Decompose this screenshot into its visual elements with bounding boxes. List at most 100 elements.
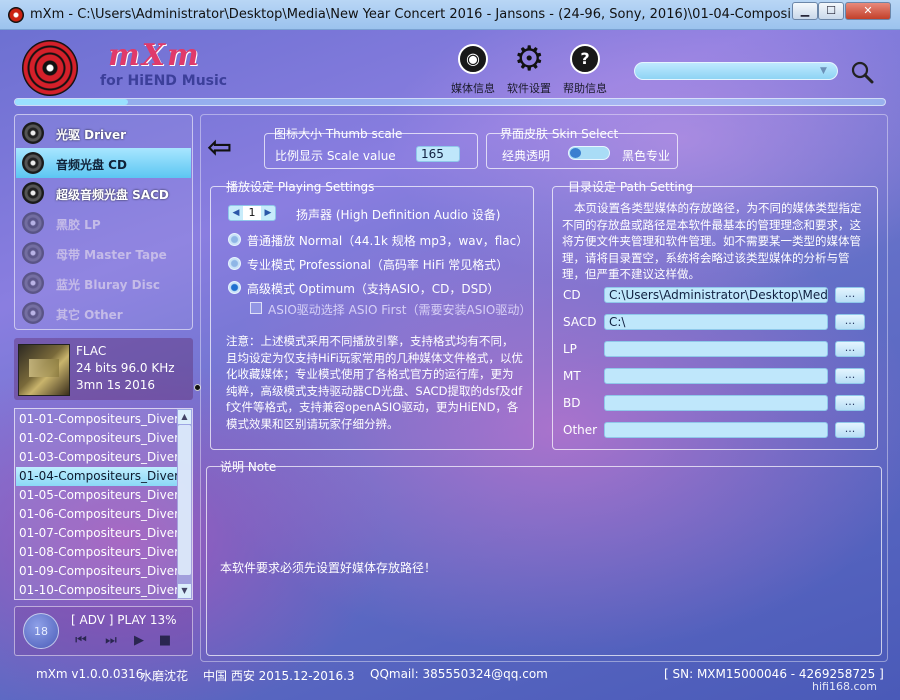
track-list-item[interactable]: 01-02-Compositeurs_Divers-S xyxy=(16,429,177,448)
search-dropdown-icon[interactable]: ▼ xyxy=(820,64,834,78)
track-list-item[interactable]: 01-10-Compositeurs_Divers-S xyxy=(16,581,177,600)
path-browse-button[interactable]: ... xyxy=(835,314,865,330)
volume-knob[interactable]: 18 xyxy=(23,613,59,649)
music-note-icon xyxy=(22,302,44,324)
path-row-label: CD xyxy=(563,288,581,302)
footer-location: 中国 西安 2015.12-2016.3 xyxy=(203,669,355,683)
path-browse-button[interactable]: ... xyxy=(835,341,865,357)
software-settings-button[interactable]: ⚙ 软件设置 xyxy=(499,39,559,96)
sidebar-item: 其它 Other xyxy=(16,298,191,328)
scale-value-label: 比例显示 Scale value xyxy=(275,149,396,163)
path-row-input[interactable] xyxy=(604,368,828,384)
playback-progress-bar[interactable] xyxy=(14,98,886,106)
skin-toggle-knob xyxy=(570,148,581,158)
sidebar-item[interactable]: 音频光盘 CD xyxy=(16,148,191,178)
watermark: hifi168.com xyxy=(812,680,877,693)
search-input[interactable] xyxy=(634,62,838,80)
sacd-icon xyxy=(22,182,44,204)
path-row-label: Other xyxy=(563,423,598,437)
logo-disc-icon xyxy=(22,40,78,96)
scroll-up-icon[interactable]: ▲ xyxy=(178,410,191,424)
cd-icon xyxy=(22,152,44,174)
footer-version: mXm v1.0.0.0316 xyxy=(36,667,144,681)
back-arrow-icon[interactable]: ⇦ xyxy=(207,133,247,163)
software-settings-label: 软件设置 xyxy=(507,82,551,95)
sidebar-item-label: 其它 Other xyxy=(56,308,123,322)
search-icon[interactable] xyxy=(850,60,874,84)
sidebar-item[interactable]: 超级音频光盘 SACD xyxy=(16,178,191,208)
logo-subtitle: for HiEND Music xyxy=(100,73,228,89)
track-list-item[interactable]: 01-04-Compositeurs_Divers-W xyxy=(16,467,177,486)
sidebar-item-label: 超级音频光盘 SACD xyxy=(56,188,169,202)
sidebar-item-label: 音频光盘 CD xyxy=(56,158,127,172)
close-button[interactable]: ✕ xyxy=(845,2,891,20)
track-list-item[interactable]: 01-08-Compositeurs_Divers-A xyxy=(16,543,177,562)
note-title: 说明 Note xyxy=(220,460,277,474)
scrollbar-thumb[interactable] xyxy=(178,425,191,575)
media-info-label: 媒体信息 xyxy=(451,82,495,95)
path-row-input[interactable] xyxy=(604,395,828,411)
sidebar-item: 母带 Master Tape xyxy=(16,238,191,268)
track-list-item[interactable]: 01-07-Compositeurs_Divers-E xyxy=(16,524,177,543)
album-duration-year: 3mn 1s 2016 xyxy=(76,378,155,392)
asio-first-checkbox[interactable] xyxy=(250,302,262,314)
track-list-item[interactable]: 01-09-Compositeurs_Divers-S xyxy=(16,562,177,581)
playing-settings-title: 播放设定 Playing Settings xyxy=(226,180,375,194)
minimize-button[interactable]: ▁ xyxy=(792,2,818,20)
playback-progress-fill xyxy=(15,99,129,105)
path-browse-button[interactable]: ... xyxy=(835,395,865,411)
vinyl-icon xyxy=(22,212,44,234)
help-info-button[interactable]: ? 帮助信息 xyxy=(555,44,615,96)
gear-icon: ⚙ xyxy=(514,39,545,79)
track-list-item[interactable]: 01-03-Compositeurs_Divers-V xyxy=(16,448,177,467)
play-mode-radio[interactable] xyxy=(228,233,241,246)
previous-icon[interactable]: ⏮ xyxy=(73,633,89,649)
path-row-label: BD xyxy=(563,396,581,410)
path-browse-button[interactable]: ... xyxy=(835,287,865,303)
sidebar-item[interactable]: 光驱 Driver xyxy=(16,118,191,148)
path-row-label: SACD xyxy=(563,315,597,329)
album-quality: 24 bits 96.0 KHz xyxy=(76,361,175,375)
track-list-scrollbar[interactable]: ▲ ▼ xyxy=(177,409,192,599)
track-list-item[interactable]: 01-05-Compositeurs_Divers-V xyxy=(16,486,177,505)
speaker-spinner[interactable]: ◀ 1 ▶ xyxy=(228,205,276,221)
play-mode-radio[interactable] xyxy=(228,281,241,294)
path-browse-button[interactable]: ... xyxy=(835,422,865,438)
app-window: mXm - C:\Users\Administrator\Desktop\Med… xyxy=(0,0,900,700)
skin-toggle[interactable] xyxy=(568,146,610,160)
spinner-up-icon[interactable]: ▶ xyxy=(262,207,274,219)
spinner-down-icon[interactable]: ◀ xyxy=(230,207,242,219)
skin-classic-label: 经典透明 xyxy=(502,149,551,163)
play-icon[interactable]: ▶ xyxy=(131,633,147,649)
track-list-item[interactable]: 01-06-Compositeurs_Divers-F xyxy=(16,505,177,524)
media-info-icon: ◉ xyxy=(458,44,488,74)
path-row-input[interactable] xyxy=(604,422,828,438)
next-icon[interactable]: ⏭ xyxy=(103,633,119,649)
scale-value-input[interactable]: 165 xyxy=(416,146,460,162)
asio-first-label: ASIO驱动选择 ASIO First（需要安装ASIO驱动） xyxy=(268,303,532,317)
help-info-label: 帮助信息 xyxy=(563,82,607,95)
tape-icon xyxy=(22,242,44,264)
stop-icon[interactable]: ■ xyxy=(157,633,173,649)
path-row-input[interactable]: C:\Users\Administrator\Desktop\Media xyxy=(604,287,828,303)
bluray-icon xyxy=(22,272,44,294)
track-list: ▲ ▼ 01-01-Compositeurs_Divers-E01-02-Com… xyxy=(14,408,193,600)
album-info-panel: FLAC 24 bits 96.0 KHz 3mn 1s 2016 xyxy=(14,338,193,400)
media-info-button[interactable]: ◉ 媒体信息 xyxy=(443,44,503,96)
path-browse-button[interactable]: ... xyxy=(835,368,865,384)
album-format: FLAC xyxy=(76,344,107,358)
playing-note-text: 注意：上述模式采用不同播放引擎，支持格式均有不同，且均设定为仅支持HiFi玩家常… xyxy=(226,334,523,431)
play-mode-radio[interactable] xyxy=(228,257,241,270)
path-row-input[interactable]: C:\ xyxy=(604,314,828,330)
play-status: [ ADV ] PLAY 13% xyxy=(71,613,177,627)
note-text: 本软件要求必须先设置好媒体存放路径！ xyxy=(220,561,437,575)
sidebar-item-label: 黑胶 LP xyxy=(56,218,101,232)
path-row-input[interactable] xyxy=(604,341,828,357)
scroll-down-icon[interactable]: ▼ xyxy=(178,584,191,598)
play-mode-label: 普通播放 Normal（44.1k 规格 mp3，wav，flac） xyxy=(247,234,529,248)
maximize-button[interactable]: ☐ xyxy=(818,2,844,20)
footer-author: 水磨沈花 xyxy=(140,669,189,683)
track-list-item[interactable]: 01-01-Compositeurs_Divers-E xyxy=(16,410,177,429)
path-row-label: LP xyxy=(563,342,577,356)
skin-select-title: 界面皮肤 Skin Select xyxy=(500,127,619,141)
